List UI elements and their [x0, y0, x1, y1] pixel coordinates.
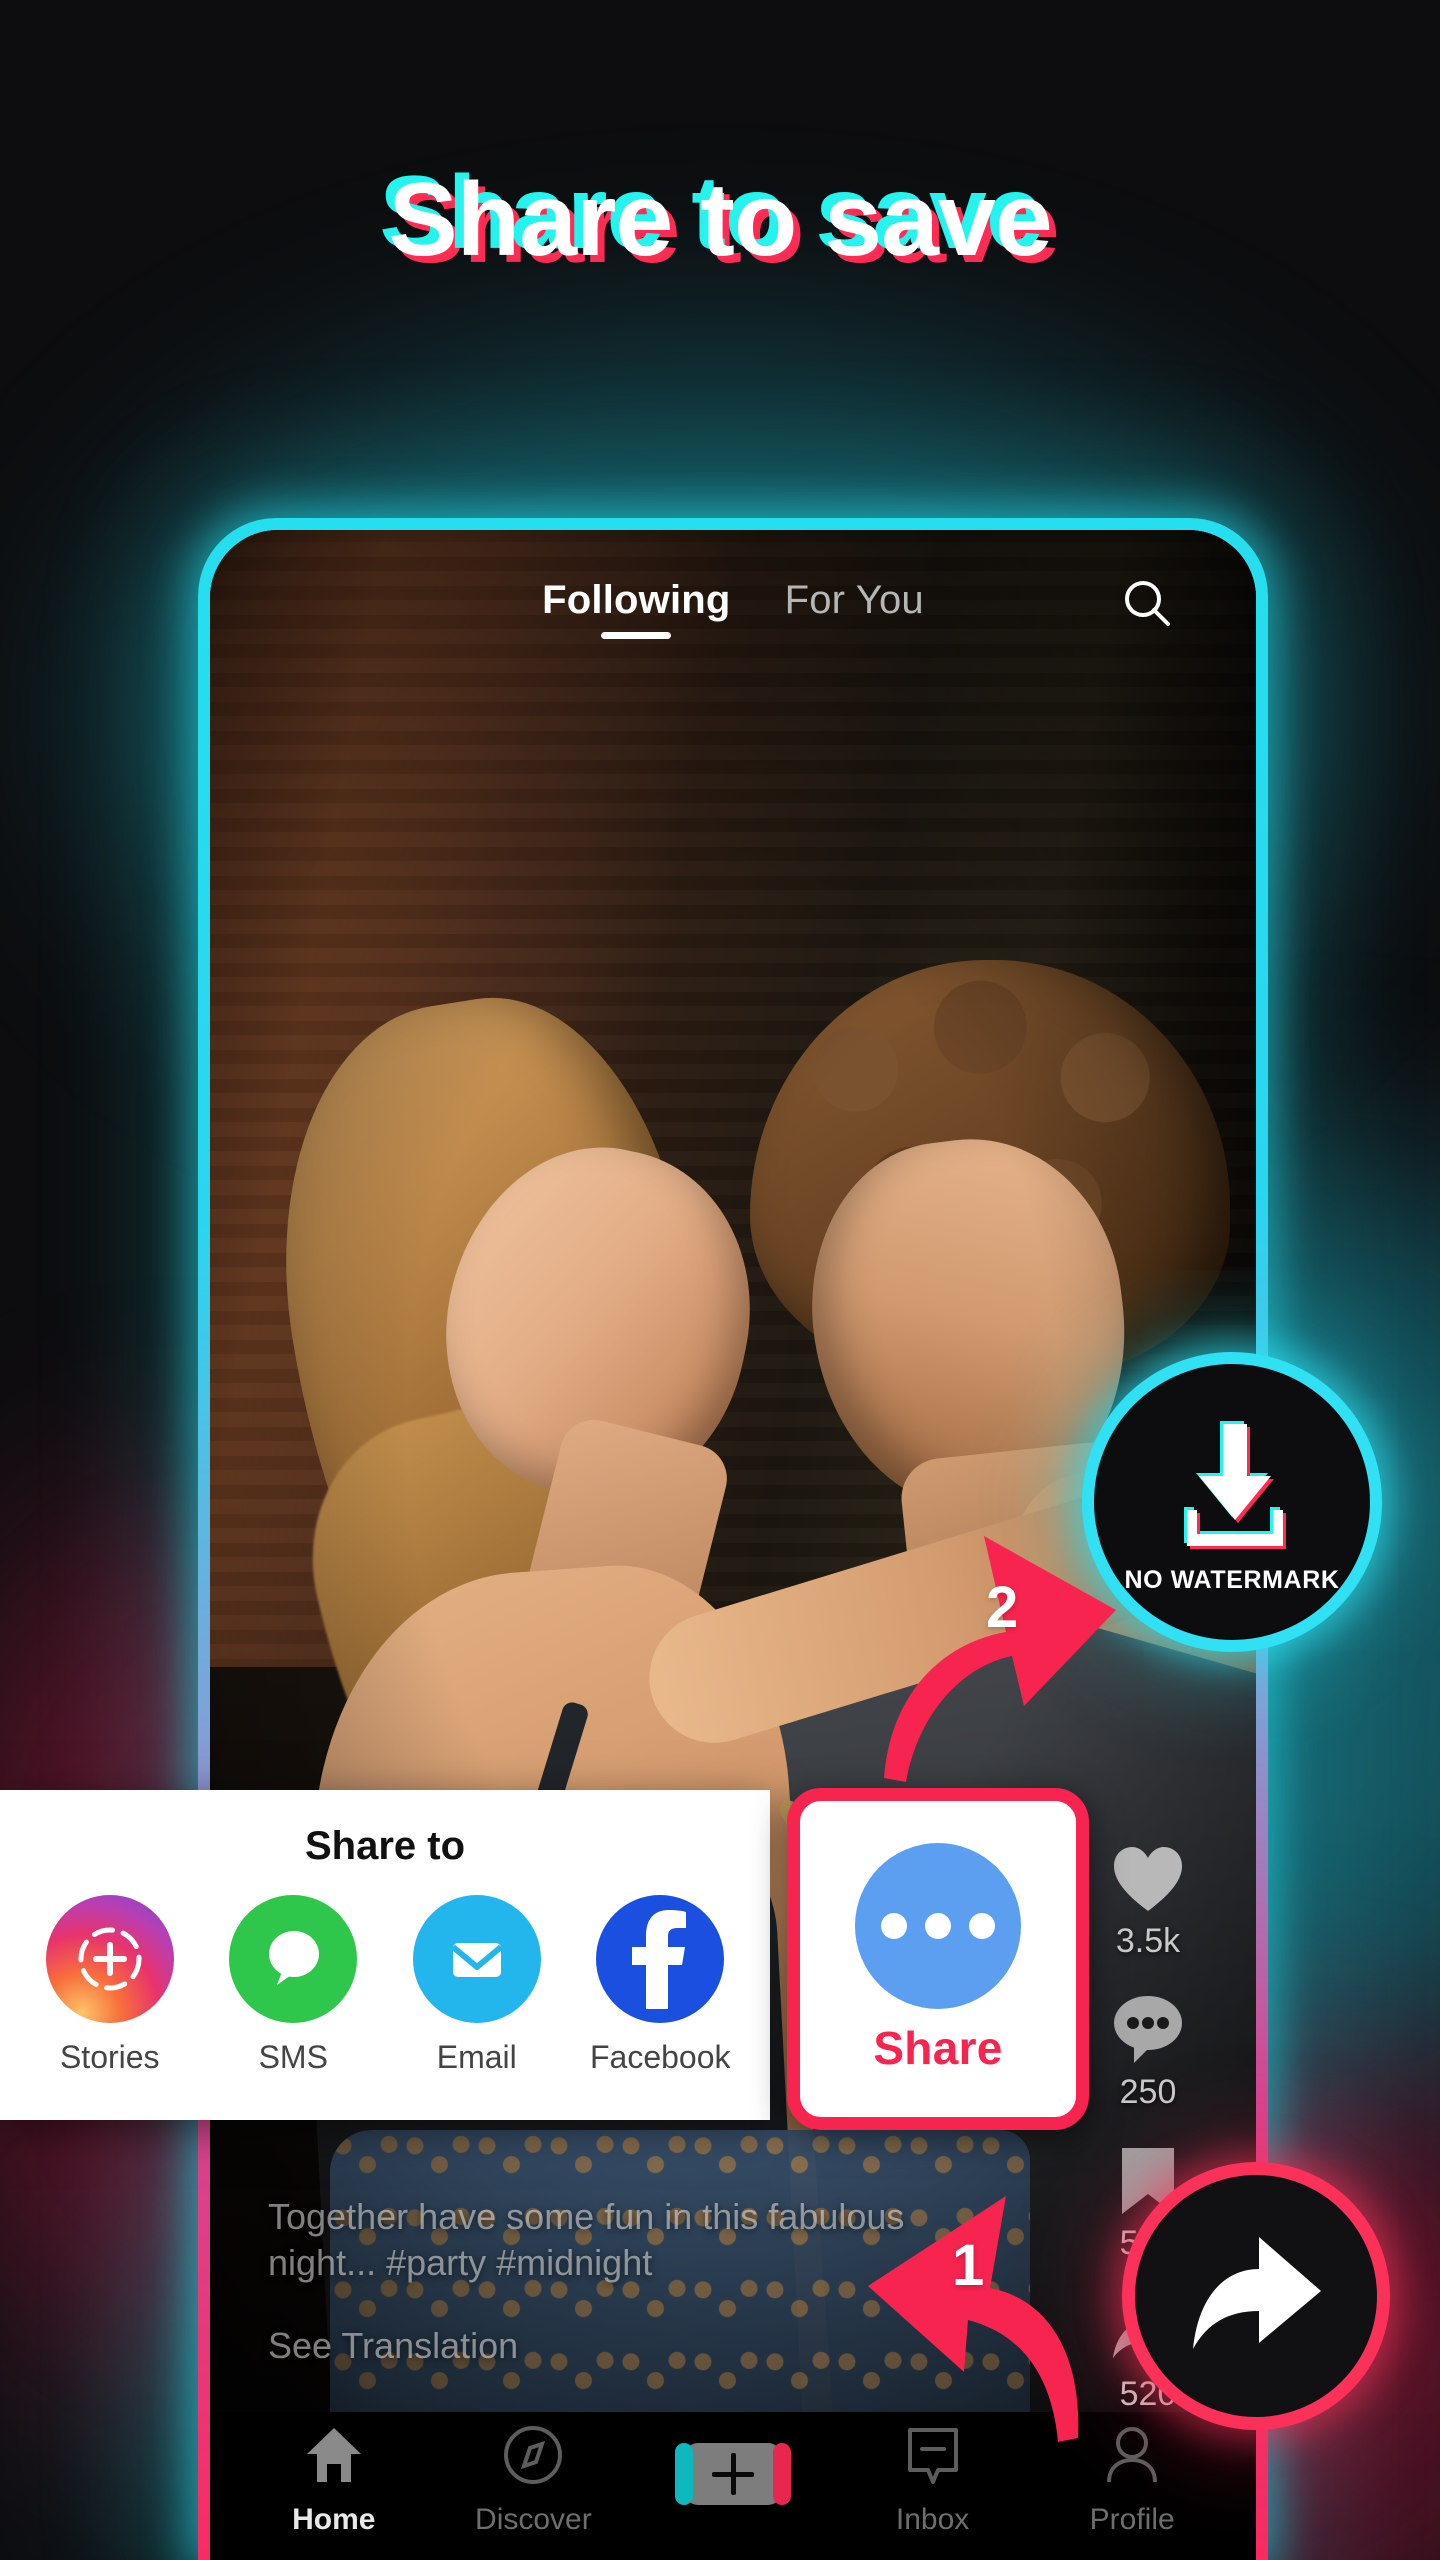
nav-label-profile: Profile — [1089, 2502, 1175, 2536]
tab-for-you[interactable]: For You — [785, 578, 924, 637]
nav-label-inbox: Inbox — [895, 2502, 970, 2536]
share-target-facebook[interactable]: Facebook — [569, 1895, 753, 2076]
no-watermark-download-button[interactable]: NO WATERMARK — [1082, 1352, 1382, 1652]
share-fab-button[interactable] — [1122, 2162, 1390, 2430]
annotation-number-2: 2 — [986, 1575, 1019, 1640]
nav-item-create[interactable] — [643, 2443, 823, 2517]
share-label-stories: Stories — [59, 2039, 160, 2075]
share-sheet-title: Share to — [304, 1824, 466, 1868]
home-icon — [303, 2424, 365, 2491]
dot-3 — [969, 1913, 995, 1939]
instagram-stories-icon — [45, 1895, 174, 2023]
download-icon — [1157, 1409, 1307, 1554]
share-label-email: Email — [436, 2039, 517, 2075]
share-target-email[interactable]: Email — [385, 1895, 569, 2076]
more-dots-icon — [855, 1843, 1021, 2009]
message-bubble-icon — [229, 1895, 358, 2023]
share-sheet: Share to Stories SMS Email Facebook — [0, 1790, 770, 2120]
nav-item-home[interactable]: Home — [244, 2424, 424, 2537]
share-target-stories[interactable]: Stories — [18, 1895, 202, 2076]
share-sheet-items: Stories SMS Email Facebook — [0, 1869, 770, 2076]
compass-icon — [502, 2424, 564, 2491]
rail-like[interactable]: 3.5k — [1109, 1840, 1187, 1983]
comment-count: 250 — [1119, 2073, 1177, 2111]
dot-1 — [881, 1913, 907, 1939]
annotation-number-1: 1 — [952, 2233, 985, 2298]
like-count: 3.5k — [1115, 1922, 1181, 1960]
annotation-arrow-2 — [866, 1516, 1126, 1786]
feed-tab-bar: Following For You — [210, 578, 1256, 637]
envelope-icon — [412, 1895, 541, 2023]
search-icon[interactable] — [1118, 574, 1178, 634]
share-label-sms: SMS — [258, 2039, 328, 2075]
video-caption: Together have some fun in this fabulous … — [268, 2194, 928, 2370]
see-translation-link[interactable]: See Translation — [268, 2323, 928, 2370]
facebook-icon — [596, 1895, 725, 2023]
share-target-sms[interactable]: SMS — [202, 1895, 386, 2076]
annotation-arrow-1 — [846, 2176, 1136, 2446]
nav-item-discover[interactable]: Discover — [443, 2424, 623, 2537]
nav-label-discover: Discover — [475, 2502, 592, 2536]
share-label-facebook: Facebook — [589, 2039, 731, 2075]
share-arrow-icon — [1181, 2229, 1331, 2364]
comment-icon — [1109, 1991, 1187, 2069]
promo-screenshot: Share to save Following For You 3.5k 250… — [0, 0, 1440, 2560]
page-title: Share to save — [388, 162, 1052, 278]
rail-comment[interactable]: 250 — [1109, 1991, 1187, 2134]
no-watermark-label: NO WATERMARK — [1124, 1566, 1340, 1594]
share-card-label: Share — [873, 2022, 1003, 2074]
dot-2 — [925, 1913, 951, 1939]
heart-icon — [1109, 1840, 1187, 1918]
caption-text: Together have some fun in this fabulous … — [268, 2195, 905, 2284]
share-card-highlight[interactable]: Share — [787, 1788, 1089, 2130]
create-plus-icon — [674, 2443, 791, 2505]
tab-following[interactable]: Following — [542, 578, 730, 637]
nav-label-home: Home — [292, 2502, 376, 2536]
